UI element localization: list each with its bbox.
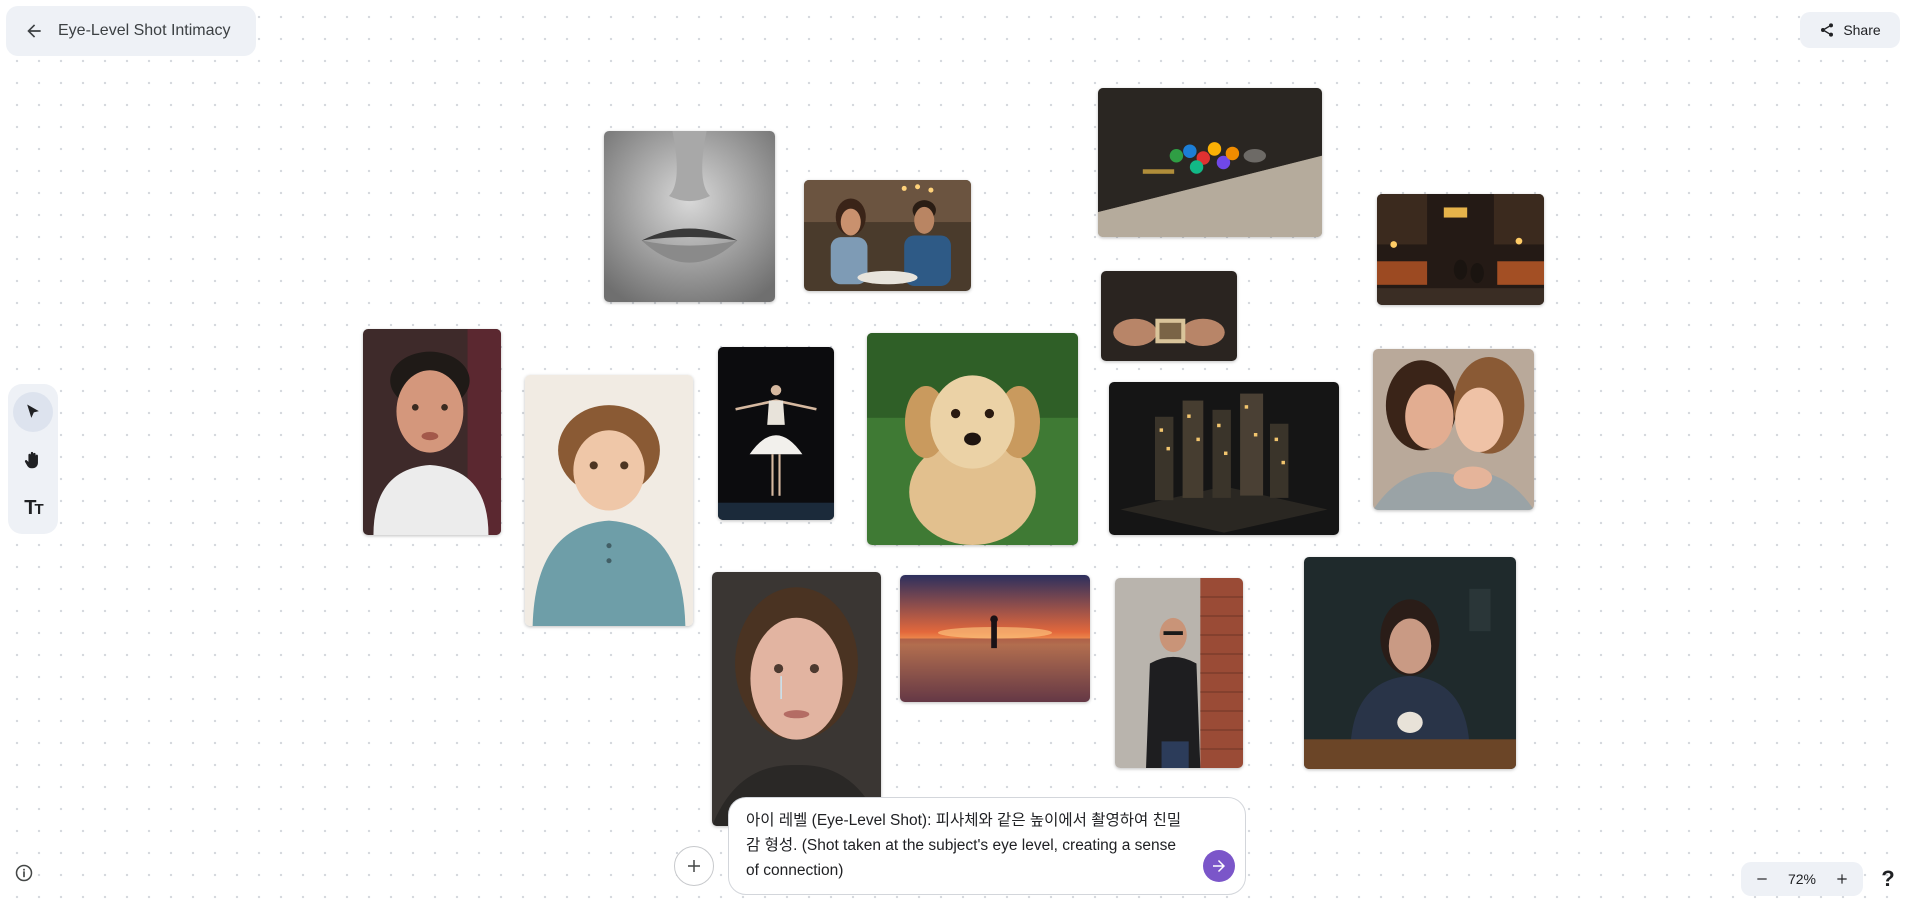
board-title[interactable]: Eye-Level Shot Intimacy: [58, 22, 231, 40]
tool-palette: TT: [8, 384, 58, 534]
sunset-beach-image[interactable]: [900, 575, 1090, 702]
share-icon: [1821, 23, 1834, 37]
woman-at-table-image[interactable]: [1304, 557, 1516, 769]
pan-tool-button[interactable]: [13, 440, 53, 480]
zoom-in-button[interactable]: [1831, 868, 1853, 890]
golden-retriever-image[interactable]: [867, 333, 1078, 545]
miniature-city-image[interactable]: [1109, 382, 1339, 535]
man-brick-wall-image[interactable]: [1115, 578, 1243, 768]
curly-child-image[interactable]: [525, 375, 693, 626]
old-photo-hands-image[interactable]: [1101, 271, 1237, 361]
info-icon: [15, 864, 33, 882]
help-button[interactable]: ?: [1874, 862, 1902, 896]
zoom-out-button[interactable]: [1751, 868, 1773, 890]
hand-icon: [24, 451, 38, 469]
prompt-line-2: 감 형성. (Shot taken at the subject's eye l…: [746, 837, 1177, 854]
night-market-image[interactable]: [1377, 194, 1544, 305]
select-tool-button[interactable]: [13, 392, 53, 432]
info-button[interactable]: [14, 863, 36, 885]
minus-icon: [1757, 878, 1767, 880]
two-women-embrace-image[interactable]: [1373, 349, 1534, 510]
plus-icon: [688, 860, 700, 872]
zoom-level: 72%: [1787, 871, 1817, 887]
crying-woman-image[interactable]: [712, 572, 881, 826]
send-button[interactable]: [1203, 850, 1235, 882]
prompt-input[interactable]: 아이 레벨 (Eye-Level Shot): 피사체와 같은 높이에서 촬영하…: [728, 797, 1246, 895]
share-button[interactable]: Share: [1800, 12, 1900, 48]
cursor-arrow-icon: [27, 404, 39, 418]
arrow-right-icon: [1213, 860, 1225, 872]
add-button[interactable]: [674, 846, 714, 886]
text-size-icon: TT: [24, 496, 43, 519]
back-button[interactable]: [20, 17, 48, 45]
arrow-left-icon: [27, 24, 41, 38]
board-title-bar: Eye-Level Shot Intimacy: [6, 6, 256, 56]
prompt-line-3: of connection): [746, 862, 844, 879]
text-tool-button[interactable]: TT: [13, 488, 53, 528]
prompt-line-1: 아이 레벨 (Eye-Level Shot): 피사체와 같은 높이에서 촬영하…: [746, 812, 1182, 829]
plus-icon: [1837, 874, 1847, 884]
board-canvas[interactable]: Eye-Level Shot Intimacy Share TT 아이 레벨 (…: [0, 0, 1907, 907]
ballerina-image[interactable]: [718, 347, 834, 520]
lips-closeup-image[interactable]: [604, 131, 775, 302]
zoom-controls: 72%: [1741, 862, 1863, 896]
wet-young-man-image[interactable]: [363, 329, 501, 535]
share-label: Share: [1843, 22, 1881, 38]
couple-cafe-image[interactable]: [804, 180, 971, 291]
glass-marbles-image[interactable]: [1098, 88, 1322, 237]
